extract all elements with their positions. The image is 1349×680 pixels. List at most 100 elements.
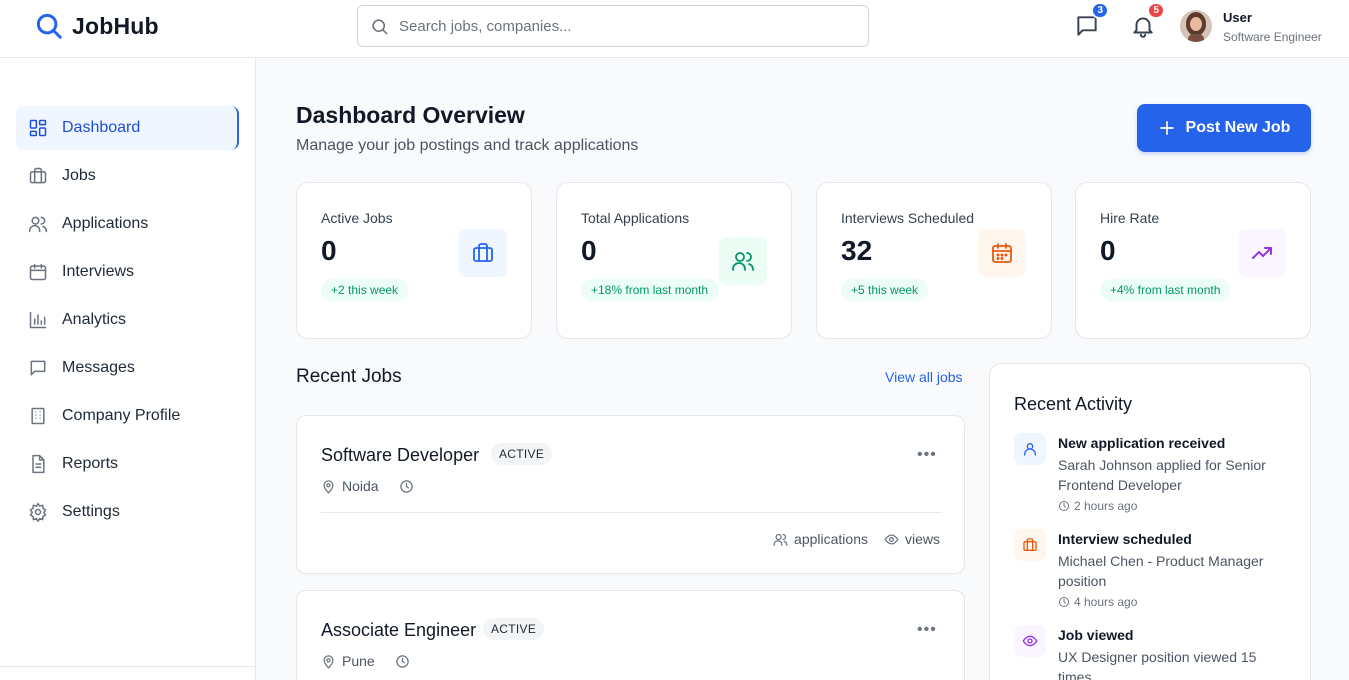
status-badge: ACTIVE [483,618,545,640]
stat-card-active-jobs: Active Jobs 0 +2 this week [296,182,532,339]
notifications-button[interactable]: 5 [1130,2,1165,39]
activity-description: Sarah Johnson applied for Senior Fronten… [1058,457,1266,493]
sidebar-item-company-profile[interactable]: Company Profile [16,394,239,438]
job-location: Pune [321,653,410,669]
page-title: Dashboard Overview [296,102,525,128]
messages-count-badge: 3 [1091,2,1109,19]
activity-title: New application received [1058,435,1226,451]
clock-icon [395,654,409,668]
stat-label: Total Applications [581,210,690,226]
sidebar-item-label: Interviews [62,263,135,280]
sidebar-item-settings[interactable]: Settings [16,490,239,534]
sidebar-item-messages[interactable]: Messages [16,346,239,390]
sidebar-item-reports[interactable]: Reports [16,442,239,486]
sidebar-item-label: Company Profile [62,407,181,424]
briefcase-icon [459,229,507,277]
job-card[interactable]: Software Developer ACTIVE ••• Noida appl… [296,415,965,574]
stat-change: +4% from last month [1100,279,1231,301]
stat-label: Hire Rate [1100,210,1160,226]
calendar-icon [978,229,1026,277]
user-icon [1014,433,1046,465]
stat-card-interviews-scheduled: Interviews Scheduled 32 +5 this week [816,182,1052,339]
activity-description: UX Designer position viewed 15 times [1058,649,1257,680]
stat-value: 0 [1100,235,1116,266]
clock-icon [1059,597,1069,607]
briefcase-icon [29,167,47,184]
sidebar: Dashboard Jobs Applications Interviews A… [0,58,256,680]
sidebar-item-label: Applications [62,215,149,232]
app-name: JobHub [72,12,159,39]
sidebar-item-applications[interactable]: Applications [16,202,239,246]
post-new-job-label: Post New Job [1185,119,1291,136]
stat-card-hire-rate: Hire Rate 0 +4% from last month [1075,182,1311,339]
logo[interactable]: JobHub [34,11,159,41]
sidebar-item-interviews[interactable]: Interviews [16,250,239,294]
trending-up-icon [1238,229,1286,277]
view-all-jobs-link[interactable]: View all jobs [885,369,963,385]
stat-change: +2 this week [321,279,409,301]
bar-chart-icon [29,311,47,329]
briefcase-icon [1014,529,1046,561]
top-header: JobHub 3 5 User Software Engineer [0,0,1349,58]
users-icon [28,216,48,233]
sidebar-item-analytics[interactable]: Analytics [16,298,239,342]
sidebar-item-jobs[interactable]: Jobs [16,154,239,198]
search-logo-icon [36,13,62,39]
search-box[interactable] [357,5,869,47]
map-pin-icon [323,479,334,494]
avatar-image [1180,10,1212,42]
sidebar-item-label: Reports [62,455,119,472]
sidebar-item-label: Dashboard [62,119,141,136]
plus-icon [1159,121,1174,135]
views-label: views [904,531,940,547]
job-location-text: Noida [342,478,379,494]
stat-value: 32 [841,235,873,266]
user-name: User [1223,10,1252,25]
job-location-text: Pune [342,653,375,669]
gear-icon [29,502,47,522]
stat-value: 0 [581,235,597,266]
activity-description: Michael Chen - Product Manager position [1058,553,1264,589]
page-subtitle: Manage your job postings and track appli… [296,137,639,154]
sidebar-item-dashboard[interactable]: Dashboard [16,106,239,150]
recent-activity-title: Recent Activity [1014,394,1133,414]
search-input[interactable] [399,17,839,35]
calendar-icon [29,263,47,281]
activity-time: 4 hours ago [1058,595,1137,609]
search-icon [372,18,388,34]
status-badge: ACTIVE [491,443,553,465]
more-options-icon[interactable]: ••• [917,446,937,464]
stat-label: Interviews Scheduled [841,210,975,226]
job-card[interactable]: Associate Engineer ACTIVE ••• Pune [296,590,965,680]
job-location: Noida [321,478,414,494]
sidebar-item-label: Analytics [62,311,127,328]
dashboard-icon [29,119,47,137]
job-title: Associate Engineer [321,620,477,640]
map-pin-icon [323,654,334,669]
avatar[interactable] [1180,10,1212,42]
building-icon [31,407,45,425]
eye-icon [884,533,899,545]
sidebar-divider [0,666,255,667]
stat-change: +18% from last month [581,279,719,301]
job-title: Software Developer [321,445,480,465]
user-role: Software Engineer [1223,30,1322,44]
clock-icon [1059,501,1069,511]
activity-time: 2 hours ago [1058,499,1137,513]
notifications-count-badge: 5 [1147,2,1165,19]
stat-change: +5 this week [841,279,929,301]
applications-label: applications [794,531,868,547]
document-icon [32,454,45,474]
recent-jobs-title: Recent Jobs [296,366,402,387]
users-icon [773,533,788,546]
post-new-job-button[interactable]: Post New Job [1137,104,1311,152]
eye-icon [1014,625,1046,657]
messages-button[interactable]: 3 [1074,2,1109,39]
sidebar-item-label: Settings [62,503,120,520]
stat-value: 0 [321,235,337,266]
activity-time-text: 4 hours ago [1074,595,1138,609]
users-icon [719,237,767,285]
more-options-icon[interactable]: ••• [917,621,937,639]
message-icon [30,360,46,376]
activity-time-text: 2 hours ago [1074,499,1138,513]
